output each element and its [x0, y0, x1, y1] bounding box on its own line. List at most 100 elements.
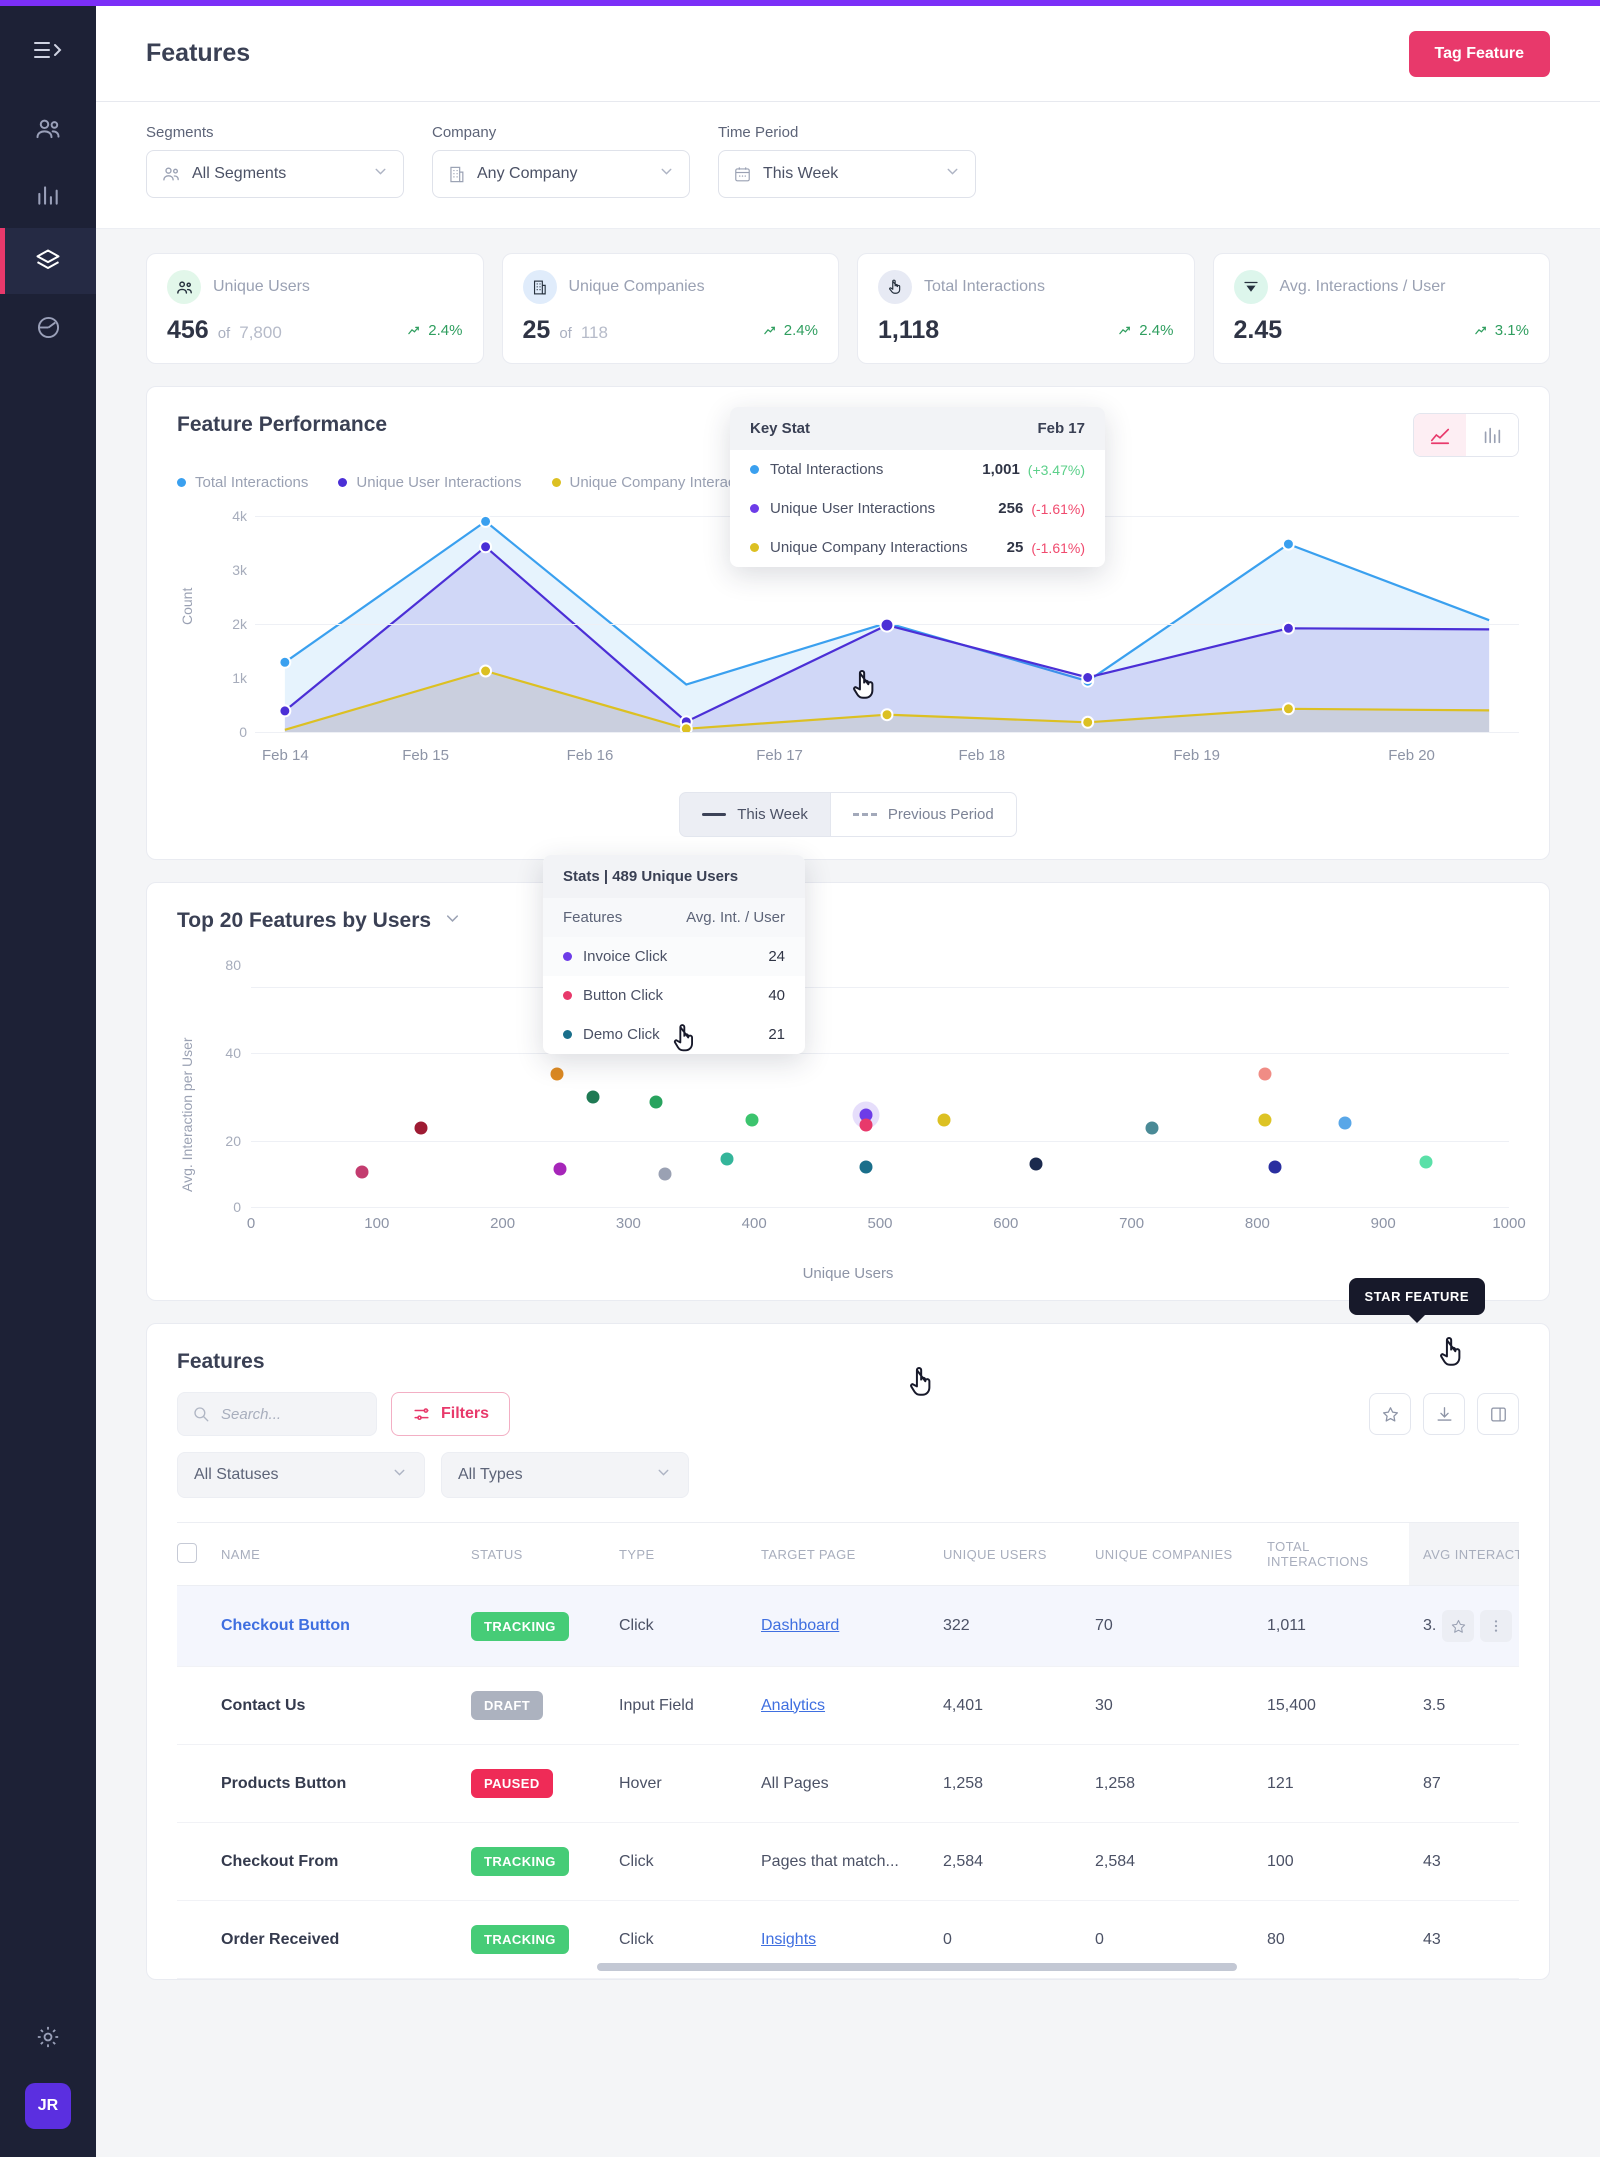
kpi-of: of — [218, 325, 231, 342]
line-chart-toggle[interactable] — [1414, 414, 1466, 456]
select-all-checkbox[interactable] — [177, 1543, 197, 1563]
legend-dot — [177, 478, 186, 487]
scatter-point[interactable] — [1258, 1114, 1271, 1127]
menu-toggle-icon[interactable] — [20, 28, 76, 72]
scatter-point[interactable] — [658, 1168, 671, 1181]
cell-avg-interactions: 43 — [1423, 1931, 1441, 1948]
tag-feature-button[interactable]: Tag Feature — [1409, 31, 1551, 77]
row-select-cell — [177, 1586, 221, 1667]
x-label: 700 — [1119, 1215, 1144, 1232]
gear-icon[interactable] — [0, 2007, 96, 2067]
scatter-point[interactable] — [1269, 1160, 1282, 1173]
chevron-down-icon[interactable] — [443, 909, 462, 933]
cell-name[interactable]: Order Received — [221, 1931, 339, 1948]
table-row[interactable]: Checkout ButtonTRACKINGClickDashboard322… — [177, 1586, 1519, 1667]
row-select-cell — [177, 1667, 221, 1745]
sidebar: JR — [0, 6, 96, 2157]
scatter-tooltip-header: Stats | 489 Unique Users — [543, 855, 805, 898]
scatter-point[interactable] — [720, 1152, 733, 1165]
legend-item-unique-user-interactions[interactable]: Unique User Interactions — [338, 474, 521, 491]
col-name[interactable]: NAME — [221, 1523, 471, 1586]
scatter-point[interactable] — [550, 1067, 563, 1080]
legend-item-total-interactions[interactable]: Total Interactions — [177, 474, 308, 491]
kpi-card-total-interactions: Total Interactions 1,118 2.4% — [857, 253, 1195, 364]
col-unique-companies[interactable]: UNIQUE COMPANIES — [1095, 1523, 1267, 1586]
features-table-head: NAME STATUS TYPE TARGET PAGE UNIQUE USER… — [177, 1523, 1519, 1586]
period-this-week-button[interactable]: This Week — [679, 792, 831, 837]
scatter-point[interactable] — [1419, 1155, 1432, 1168]
calendar-icon — [733, 165, 752, 184]
scatter-point[interactable] — [414, 1121, 427, 1134]
segments-select[interactable]: All Segments — [146, 150, 404, 198]
star-icon[interactable] — [1442, 1610, 1474, 1642]
cell-unique-users: 2,584 — [943, 1853, 983, 1870]
table-row[interactable]: Contact UsDRAFTInput FieldAnalytics4,401… — [177, 1667, 1519, 1745]
scatter-point[interactable] — [938, 1114, 951, 1127]
search-input[interactable] — [221, 1406, 362, 1423]
sidebar-item-reports[interactable] — [0, 294, 96, 360]
x-label: 600 — [993, 1215, 1018, 1232]
scatter-x-labels: 01002003004005006007008009001000 — [251, 1215, 1509, 1235]
bar-chart-toggle[interactable] — [1466, 414, 1518, 456]
cell-avg-interactions: 43 — [1423, 1853, 1441, 1870]
scatter-point[interactable] — [650, 1096, 663, 1109]
scatter-point[interactable] — [1029, 1158, 1042, 1171]
feature-performance-card: Feature Performance — [146, 386, 1550, 860]
scatter-point[interactable] — [587, 1090, 600, 1103]
cell-target-page[interactable]: Analytics — [761, 1697, 825, 1714]
download-icon[interactable] — [1423, 1393, 1465, 1435]
scatter-point[interactable] — [1145, 1121, 1158, 1134]
col-status[interactable]: STATUS — [471, 1523, 619, 1586]
cell-target-page[interactable]: Insights — [761, 1931, 816, 1948]
sidebar-item-features[interactable] — [0, 228, 96, 294]
col-unique-users[interactable]: UNIQUE USERS — [943, 1523, 1095, 1586]
x-label: Feb 18 — [958, 747, 1005, 764]
time-period-select[interactable]: This Week — [718, 150, 976, 198]
all-types-select[interactable]: All Types — [441, 1452, 689, 1498]
cell-type: Click — [619, 1617, 654, 1634]
more-options-icon[interactable] — [1480, 1610, 1512, 1642]
cell-name[interactable]: Products Button — [221, 1775, 346, 1792]
y-tick: 4k — [232, 508, 247, 524]
series-dot — [563, 952, 572, 961]
col-total-interactions[interactable]: TOTAL INTERACTIONS — [1267, 1523, 1409, 1586]
table-row[interactable]: Checkout FromTRACKINGClickPages that mat… — [177, 1823, 1519, 1901]
scatter-point[interactable] — [745, 1114, 758, 1127]
col-type[interactable]: TYPE — [619, 1523, 761, 1586]
scatter-tooltip-row: Demo Click 21 — [543, 1015, 805, 1054]
company-value: Any Company — [477, 165, 647, 183]
all-statuses-select[interactable]: All Statuses — [177, 1452, 425, 1498]
filters-button[interactable]: Filters — [391, 1392, 510, 1436]
trend-up-icon — [1118, 323, 1133, 338]
scatter-point[interactable] — [860, 1160, 873, 1173]
col-target-page[interactable]: TARGET PAGE — [761, 1523, 943, 1586]
cell-name[interactable]: Checkout From — [221, 1853, 338, 1870]
cell-name[interactable]: Contact Us — [221, 1697, 305, 1714]
avatar[interactable]: JR — [25, 2083, 71, 2129]
x-label: 200 — [490, 1215, 515, 1232]
scatter-point[interactable] — [860, 1119, 873, 1132]
sidebar-item-users[interactable] — [0, 96, 96, 162]
x-label: 900 — [1371, 1215, 1396, 1232]
cell-target-page[interactable]: Dashboard — [761, 1617, 839, 1634]
search-box[interactable] — [177, 1392, 377, 1436]
cell-name[interactable]: Checkout Button — [221, 1617, 350, 1634]
period-previous-button[interactable]: Previous Period — [831, 792, 1017, 837]
scatter-tooltip-row: Invoice Click 24 — [543, 937, 805, 976]
scatter-point[interactable] — [554, 1163, 567, 1176]
scatter-point[interactable] — [355, 1165, 368, 1178]
col-avg-interactions[interactable]: AVG INTERACTIO — [1409, 1523, 1519, 1586]
horizontal-scrollbar[interactable] — [597, 1963, 1237, 1971]
key-stat-pct: (-1.61%) — [1031, 540, 1085, 556]
scatter-point[interactable] — [1339, 1116, 1352, 1129]
columns-icon[interactable] — [1477, 1393, 1519, 1435]
scatter-point[interactable] — [1258, 1067, 1271, 1080]
pointer-icon — [878, 270, 912, 304]
all-types-value: All Types — [458, 1466, 655, 1484]
company-select[interactable]: Any Company — [432, 150, 690, 198]
star-icon[interactable] — [1369, 1393, 1411, 1435]
table-row[interactable]: Products ButtonPAUSEDHoverAll Pages1,258… — [177, 1745, 1519, 1823]
features-table-actions — [1369, 1393, 1519, 1435]
sidebar-item-analytics[interactable] — [0, 162, 96, 228]
key-stat-tooltip-date: Feb 17 — [1037, 420, 1085, 437]
